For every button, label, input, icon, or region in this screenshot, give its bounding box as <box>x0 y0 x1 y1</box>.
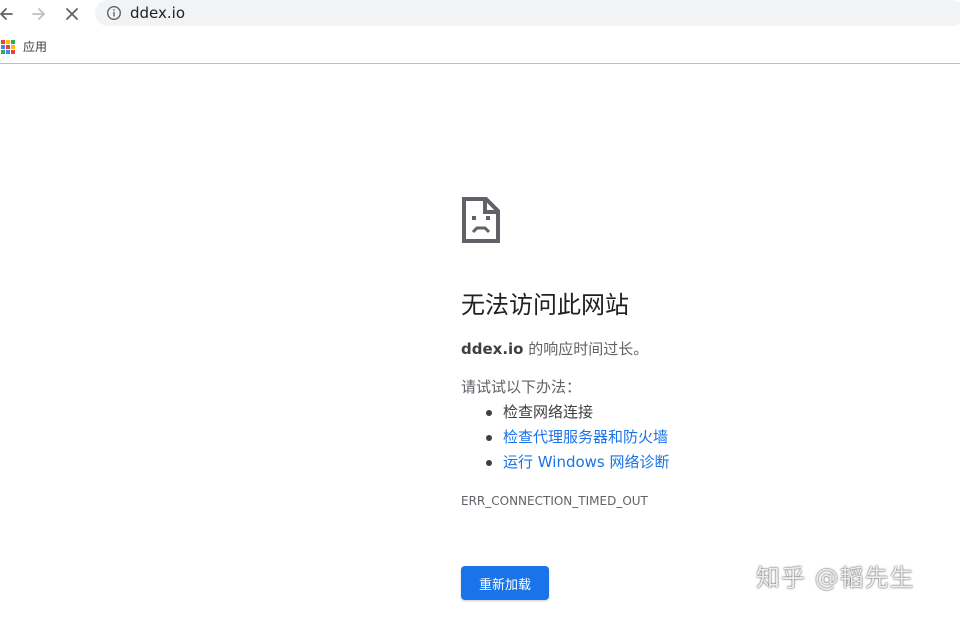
error-message: 的响应时间过长。 <box>523 340 649 358</box>
suggestion-item: 运行 Windows 网络诊断 <box>485 450 670 475</box>
close-icon <box>66 8 78 20</box>
address-bar[interactable]: ddex.io <box>95 0 960 26</box>
error-title: 无法访问此网站 <box>461 291 629 319</box>
bullet-icon <box>486 460 492 466</box>
bullet-icon <box>486 435 492 441</box>
suggestion-item: 检查网络连接 <box>485 400 670 425</box>
back-button[interactable] <box>0 2 18 26</box>
stop-loading-button[interactable] <box>60 2 84 26</box>
error-host: ddex.io <box>461 340 524 358</box>
error-code: ERR_CONNECTION_TIMED_OUT <box>461 494 648 508</box>
apps-grid-icon <box>1 40 15 54</box>
reload-button[interactable]: 重新加载 <box>461 566 549 600</box>
forward-button[interactable] <box>27 2 51 26</box>
suggestion-check-proxy-link[interactable]: 检查代理服务器和防火墙 <box>503 428 668 446</box>
toolbar-divider <box>0 63 960 64</box>
arrow-right-icon <box>32 8 45 20</box>
browser-toolbar: ddex.io <box>0 0 960 28</box>
watermark-text: 知乎 @韬先生 <box>756 564 915 592</box>
suggestion-item: 检查代理服务器和防火墙 <box>485 425 670 450</box>
apps-shortcut[interactable]: 应用 <box>0 37 47 57</box>
suggestions-list: 检查网络连接 检查代理服务器和防火墙 运行 Windows 网络诊断 <box>485 400 670 475</box>
bookmarks-bar: 应用 <box>0 32 960 62</box>
apps-label: 应用 <box>23 40 48 54</box>
url-text[interactable]: ddex.io <box>130 3 185 23</box>
suggestions-heading: 请试试以下办法： <box>461 378 582 396</box>
suggestion-check-network: 检查网络连接 <box>503 403 594 421</box>
info-circle-icon[interactable] <box>106 5 122 21</box>
bullet-icon <box>486 410 492 416</box>
error-description: ddex.io 的响应时间过长。 <box>461 338 648 360</box>
suggestion-network-diagnostics-link[interactable]: 运行 Windows 网络诊断 <box>503 453 670 471</box>
arrow-left-icon <box>0 8 13 20</box>
sad-page-icon <box>462 197 500 243</box>
